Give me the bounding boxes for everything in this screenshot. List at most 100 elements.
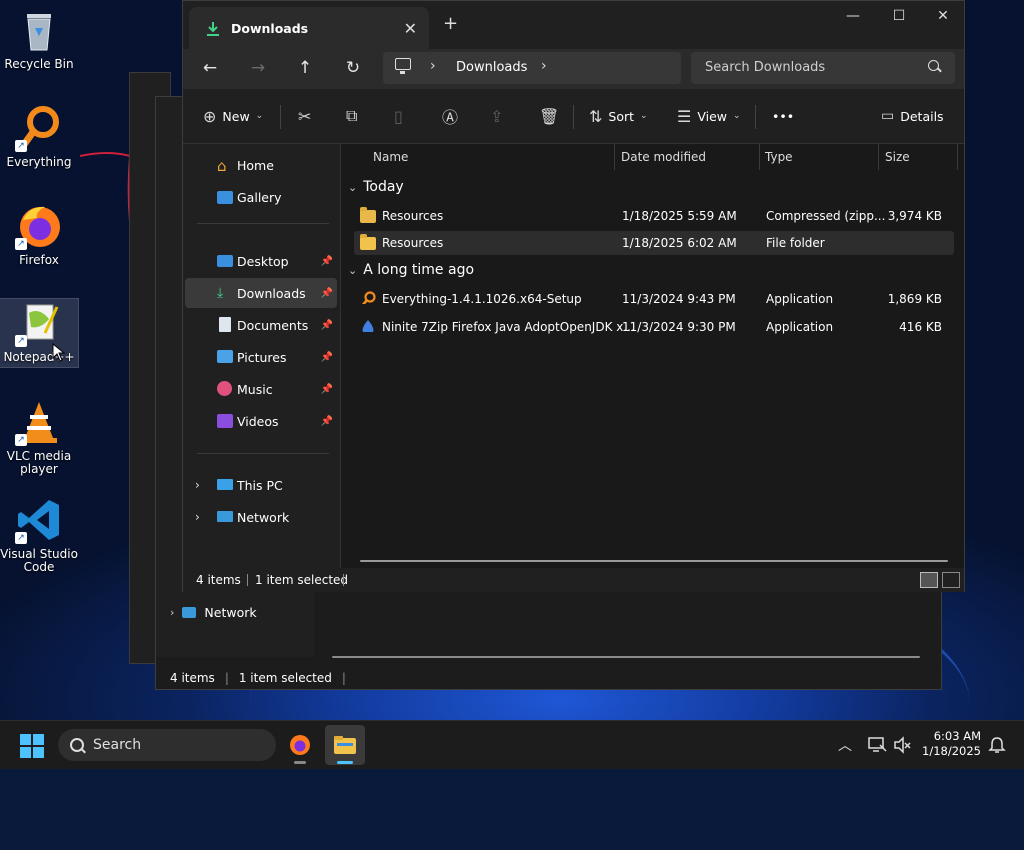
column-divider[interactable] [759,144,760,170]
file-name: Everything-1.4.1.1026.x64-Setup [382,292,582,306]
nav-label: Network [237,509,290,525]
more-options-button[interactable]: ••• [772,104,794,128]
file-row[interactable]: Ninite 7Zip Firefox Java AdoptOpenJDK x.… [354,315,954,339]
forward-button[interactable]: → [245,55,271,81]
desktop-icon-everything[interactable]: ↗ Everything [0,104,78,169]
column-divider[interactable] [878,144,879,170]
music-icon [217,381,232,396]
nav-item-this-pc[interactable]: › This PC [185,470,337,500]
details-view-toggle[interactable] [920,572,938,588]
pin-icon[interactable]: 📌 [321,384,333,395]
desktop-icon-notepadpp[interactable]: ↗ Notepad++ [0,298,79,368]
explorer-window[interactable]: Downloads ✕ + — ☐ ✕ ← → ↑ ↻ › Downloads … [182,0,965,592]
vlc-icon: ↗ [15,398,63,446]
shortcut-arrow-icon: ↗ [15,140,27,152]
paste-button[interactable]: ▯ [394,104,403,128]
desktop-icon-vscode[interactable]: ↗ Visual Studio Code [0,496,78,574]
rename-icon: Ⓐ [442,108,459,127]
start-button[interactable] [20,734,44,758]
taskbar-file-explorer[interactable] [325,725,365,765]
tab-bar: Downloads ✕ + — ☐ ✕ [183,1,964,49]
taskbar-search-label: Search [93,737,142,753]
minimize-button[interactable]: — [830,5,876,27]
desktop-icon-vlc[interactable]: ↗ VLC media player [0,398,78,476]
delete-button[interactable]: 🗑 [539,104,559,128]
nav-item-network[interactable]: › Network [185,502,337,532]
desktop-icon-firefox[interactable]: ↗ Firefox [0,202,78,267]
file-size: 1,869 KB [887,292,942,306]
column-divider[interactable] [614,144,615,170]
status-bar: 4 items 1 item selected [183,568,964,592]
back-button[interactable]: ← [197,55,223,81]
refresh-button[interactable]: ↻ [340,55,366,81]
nav-item-pictures[interactable]: Pictures 📌 [185,342,337,372]
column-header-date[interactable]: Date modified [621,144,706,170]
nav-label: Gallery [237,189,282,205]
taskbar-search[interactable]: Search [58,729,276,761]
breadcrumb-downloads[interactable]: Downloads [456,60,527,75]
nav-item-home[interactable]: ⌂ Home [185,150,337,180]
pin-icon[interactable]: 📌 [321,320,333,331]
copy-button[interactable]: ⧉ [346,104,357,128]
nav-item-desktop[interactable]: Desktop 📌 [185,246,337,276]
cut-button[interactable]: ✂ [298,104,311,128]
chevron-right-icon[interactable]: › [541,58,547,74]
background-nav-network[interactable]: › Network [170,605,257,620]
nav-item-music[interactable]: Music 📌 [185,374,337,404]
close-window-button[interactable]: ✕ [920,5,966,27]
desktop-icon-recycle-bin[interactable]: Recycle Bin [0,6,78,71]
pin-icon[interactable]: 📌 [321,288,333,299]
search-box[interactable]: Search Downloads [691,52,955,84]
column-header-name[interactable]: Name [373,144,408,170]
clock-time: 6:03 AM [933,729,981,743]
rename-button[interactable]: Ⓐ [442,104,458,128]
network-status-icon[interactable] [867,736,887,754]
everything-icon: ↗ [15,104,63,152]
taskbar-firefox[interactable] [280,725,320,765]
nav-item-documents[interactable]: Documents 📌 [185,310,337,340]
up-button[interactable]: ↑ [292,55,318,81]
group-header-today[interactable]: ⌄ Today [348,179,404,195]
background-horizontal-scrollbar[interactable] [332,656,920,658]
maximize-button[interactable]: ☐ [876,5,922,27]
horizontal-scrollbar[interactable] [360,560,948,562]
file-name: Ninite 7Zip Firefox Java AdoptOpenJDK x.… [382,320,635,334]
group-header-long-ago[interactable]: ⌄ A long time ago [348,262,474,278]
pin-icon[interactable]: 📌 [321,416,333,427]
view-button[interactable]: ☰ View ⌄ [677,104,741,128]
share-button[interactable]: ⇪ [490,104,503,128]
column-divider[interactable] [957,144,958,170]
file-date: 1/18/2025 5:59 AM [622,209,737,223]
sort-button[interactable]: ⇅ Sort ⌄ [589,104,648,128]
tab-close-icon[interactable]: ✕ [404,19,417,38]
chevron-up-icon[interactable]: ︿ [838,735,852,755]
new-tab-button[interactable]: + [443,13,458,34]
zip-folder-icon [360,207,376,223]
file-row[interactable]: Resources 1/18/2025 6:02 AM File folder [354,231,954,255]
nav-label: This PC [237,477,283,493]
pin-icon[interactable]: 📌 [321,352,333,363]
taskbar-clock[interactable]: 6:03 AM 1/18/2025 [905,729,981,759]
nav-item-downloads[interactable]: ⤓ Downloads 📌 [185,278,337,308]
videos-icon [217,414,233,428]
column-header-type[interactable]: Type [765,144,793,170]
view-label: View [697,108,728,124]
nav-item-gallery[interactable]: Gallery [185,182,337,212]
pin-icon[interactable]: 📌 [321,256,333,267]
notification-bell-icon[interactable] [988,736,1006,754]
chevron-right-icon[interactable]: › [195,510,200,524]
tiles-view-toggle[interactable] [942,572,960,588]
network-icon [182,607,197,618]
new-button[interactable]: ⊕ New ⌄ [203,104,263,128]
sort-label: Sort [608,108,635,124]
details-pane-button[interactable]: ▭ Details [881,104,944,128]
breadcrumb[interactable]: › Downloads › [383,52,681,84]
file-row[interactable]: Everything-1.4.1.1026.x64-Setup 11/3/202… [354,287,954,311]
chevron-right-icon[interactable]: › [430,58,436,74]
tab-label: Downloads [231,20,309,36]
file-row[interactable]: Resources 1/18/2025 5:59 AM Compressed (… [354,204,954,228]
tab-downloads[interactable]: Downloads ✕ [189,7,429,49]
column-header-size[interactable]: Size [885,144,910,170]
nav-item-videos[interactable]: Videos 📌 [185,406,337,436]
chevron-right-icon[interactable]: › [195,478,200,492]
